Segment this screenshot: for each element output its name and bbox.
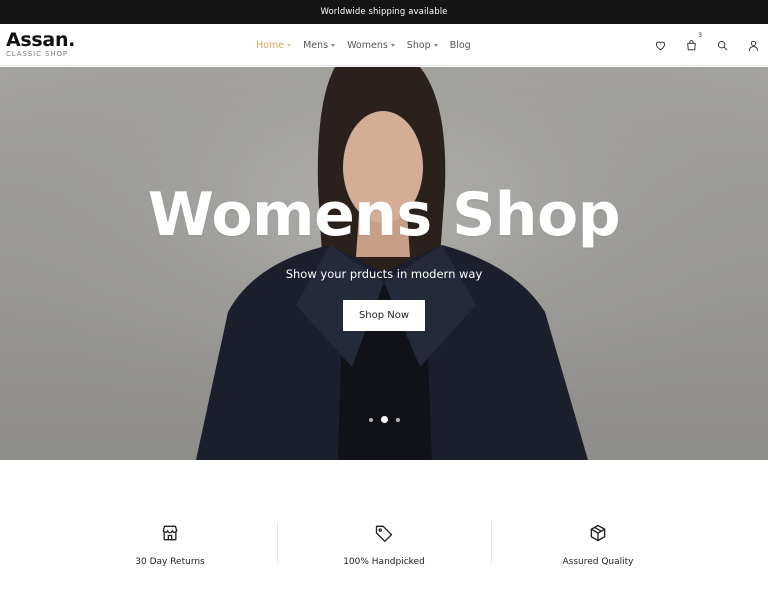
hero-subtitle: Show your prducts in modern way	[285, 267, 483, 281]
tag-icon	[374, 523, 394, 547]
nav-item-shop[interactable]: Shop	[407, 40, 438, 51]
feature-quality: Assured Quality	[491, 460, 705, 600]
cart-count-badge: 3	[698, 32, 702, 39]
cart-button[interactable]: 3	[682, 32, 702, 54]
search-button[interactable]	[713, 36, 731, 54]
site-header: Assan. CLASSIC SHOP Home Mens Womens Sho…	[0, 24, 768, 66]
main-nav: Home Mens Womens Shop Blog	[256, 24, 483, 66]
shop-now-button[interactable]: Shop Now	[343, 300, 425, 331]
nav-item-home[interactable]: Home	[256, 39, 292, 51]
shopping-bag-icon	[686, 39, 696, 50]
account-button[interactable]	[744, 36, 762, 54]
nav-item-blog[interactable]: Blog	[450, 40, 471, 51]
feature-label: 30 Day Returns	[135, 557, 205, 567]
nav-item-label: Womens	[347, 39, 388, 51]
features-strip: 30 Day Returns 100% Handpicked Assured Q…	[63, 460, 705, 600]
slider-pagination	[0, 416, 768, 423]
nav-item-label: Home	[256, 39, 285, 51]
hero-slider: Womens Shop Show your prducts in modern …	[0, 67, 768, 460]
chevron-down-icon	[287, 43, 292, 47]
announcement-bar: Worldwide shipping available	[0, 0, 768, 24]
nav-item-label: Shop	[406, 39, 431, 51]
nav-item-womens[interactable]: Womens	[347, 40, 395, 51]
chevron-down-icon	[390, 43, 395, 47]
logo-name: Assan.	[6, 29, 76, 51]
nav-item-mens[interactable]: Mens	[303, 39, 336, 51]
feature-label: 100% Handpicked	[343, 557, 425, 567]
slider-dot[interactable]	[368, 417, 373, 422]
store-icon	[160, 523, 180, 547]
announcement-text: Worldwide shipping available	[320, 7, 448, 17]
wishlist-button[interactable]	[651, 36, 669, 54]
heart-icon	[655, 41, 665, 50]
slider-dot-active[interactable]	[380, 416, 388, 423]
chevron-down-icon	[433, 43, 438, 47]
hero-title: Womens Shop	[147, 180, 621, 250]
feature-label: Assured Quality	[562, 557, 634, 567]
nav-item-label: Mens	[303, 39, 329, 51]
slider-dot[interactable]	[395, 417, 400, 422]
nav-item-label: Blog	[449, 39, 471, 51]
box-icon	[588, 523, 608, 547]
logo-tagline: CLASSIC SHOP	[6, 50, 69, 58]
header-actions: 3	[638, 24, 762, 66]
hero-content: Womens Shop Show your prducts in modern …	[0, 185, 768, 331]
user-icon	[748, 40, 758, 51]
chevron-down-icon	[331, 43, 336, 47]
feature-handpicked: 100% Handpicked	[277, 460, 491, 600]
feature-returns: 30 Day Returns	[63, 460, 277, 600]
search-icon	[717, 40, 727, 50]
logo[interactable]: Assan. CLASSIC SHOP	[6, 31, 75, 58]
